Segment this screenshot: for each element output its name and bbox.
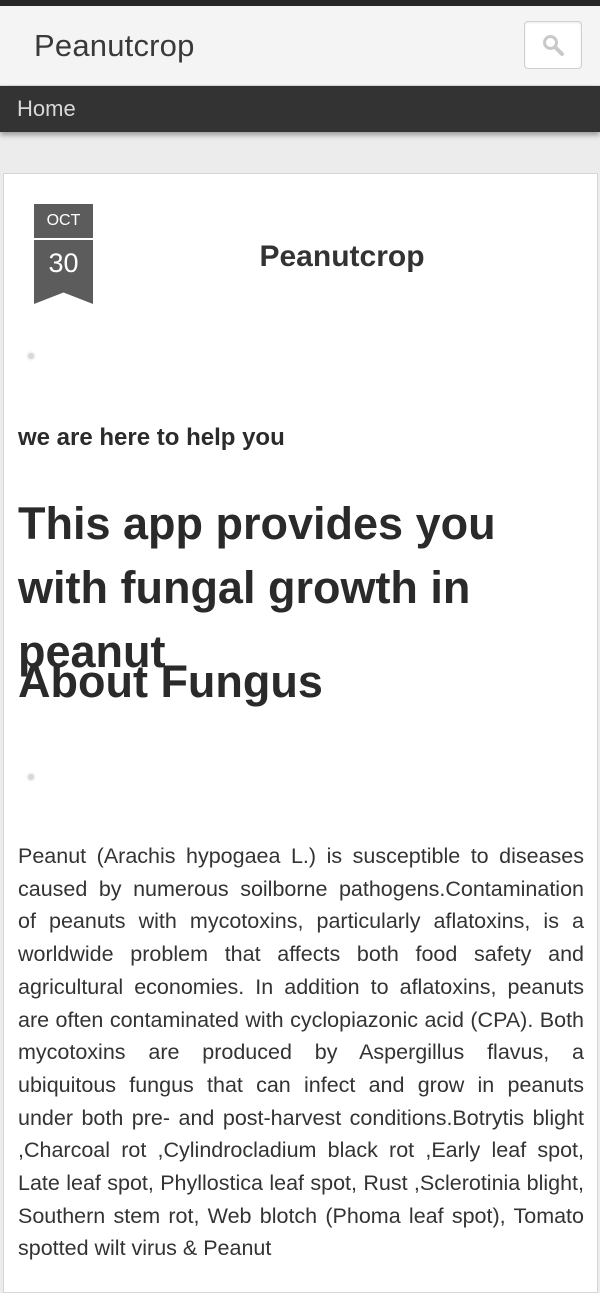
date-ribbon: OCT 30: [34, 204, 93, 304]
tagline: we are here to help you: [18, 424, 285, 451]
search-button[interactable]: [524, 21, 582, 69]
post-title[interactable]: Peanutcrop: [124, 240, 560, 274]
main-nav: Home: [0, 86, 600, 132]
date-month: OCT: [34, 204, 93, 238]
date-day: 30: [34, 240, 93, 304]
body-paragraph: Peanut (Arachis hypogaea L.) is suscepti…: [18, 844, 584, 1261]
nav-item-home[interactable]: Home: [17, 96, 76, 122]
search-icon: [543, 35, 564, 56]
bullet-dot: [28, 774, 34, 780]
site-header: Peanutcrop: [0, 6, 600, 86]
site-title[interactable]: Peanutcrop: [34, 28, 195, 64]
bullet-dot: [28, 353, 34, 359]
about-heading: About Fungus: [18, 656, 323, 707]
post-card: OCT 30 Peanutcrop we are here to help yo…: [3, 173, 598, 1293]
